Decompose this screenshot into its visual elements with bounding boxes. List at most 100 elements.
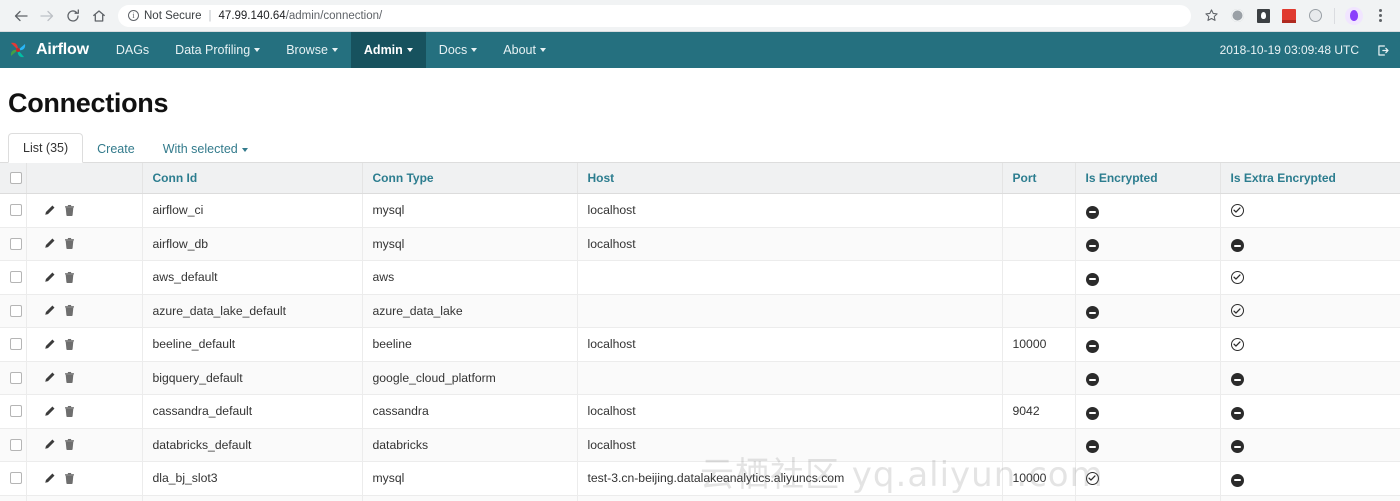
tab-create[interactable]: Create [83,135,149,163]
cell-is-extra-encrypted [1220,260,1400,295]
avatar[interactable] [1342,4,1366,28]
trash-icon[interactable] [63,204,76,217]
row-checkbox[interactable] [10,237,22,250]
cell-host: localhost [577,193,1003,228]
url-path: /admin/connection/ [285,9,383,22]
row-select-cell [0,428,27,462]
row-checkbox[interactable] [10,338,22,351]
pencil-icon[interactable] [43,237,56,250]
cell-host: localhost [577,227,1003,261]
minus-circle-icon [1085,440,1099,453]
extension-red-icon[interactable] [1277,4,1301,28]
trash-icon[interactable] [63,304,76,317]
pencil-icon[interactable] [43,438,56,451]
cell-port: 10000 [1002,461,1076,496]
reload-icon[interactable] [60,3,86,29]
row-checkbox[interactable] [10,472,22,485]
header-label: Host [587,171,615,185]
nav-item-browse[interactable]: Browse [273,32,351,68]
table-row: beeline_default beeline localhost 10000 [0,327,1400,362]
extension-globe-icon[interactable] [1225,4,1249,28]
trash-icon[interactable] [63,237,76,250]
cell-is-extra-encrypted [1220,428,1400,462]
home-icon[interactable] [86,3,112,29]
cell-conn-id: aws_default [142,260,363,295]
trash-icon[interactable] [63,438,76,451]
row-checkbox[interactable] [10,204,22,217]
header-conn-type[interactable]: Conn Type [362,163,578,194]
logout-icon[interactable] [1375,43,1390,58]
trash-icon[interactable] [63,338,76,351]
check-circle-icon [1230,203,1244,217]
nav-item-admin[interactable]: Admin [350,32,426,68]
brand-logo[interactable]: Airflow [0,32,103,68]
header-port[interactable]: Port [1002,163,1076,194]
extension-badge-icon[interactable] [1251,4,1275,28]
address-bar[interactable]: i Not Secure | 47.99.140.64/admin/connec… [118,4,1191,27]
pencil-icon[interactable] [43,472,56,485]
nav-item-label: DAGs [115,43,150,57]
pencil-icon[interactable] [43,405,56,418]
browser-actions [1199,4,1392,28]
site-info-icon[interactable]: i [128,10,139,21]
minus-circle-icon [1085,239,1099,252]
cell-conn-id: azure_data_lake_default [142,294,363,328]
row-checkbox[interactable] [10,304,22,317]
row-checkbox[interactable] [10,271,22,284]
chevron-down-icon [241,147,248,152]
minus-circle-icon [1085,272,1099,286]
row-checkbox[interactable] [10,371,22,384]
nav-item-label: About [503,43,536,57]
row-actions-cell [26,260,143,295]
trash-icon[interactable] [63,271,76,284]
minus-circle-icon [1230,373,1244,386]
cell-conn-id: cassandra_default [142,394,363,429]
extension-ring-icon[interactable] [1303,4,1327,28]
trash-icon[interactable] [63,405,76,418]
trash-icon[interactable] [63,472,76,485]
cell-is-extra-encrypted [1220,394,1400,429]
pencil-icon[interactable] [43,371,56,384]
row-checkbox[interactable] [10,438,22,451]
cell-host [577,260,1003,295]
cell-is-encrypted [1075,193,1221,228]
nav-item-data-profiling[interactable]: Data Profiling [162,32,273,68]
pencil-icon[interactable] [43,304,56,317]
row-actions-cell [26,327,143,362]
nav-item-about[interactable]: About [490,32,559,68]
trash-icon[interactable] [63,371,76,384]
row-select-cell [0,260,27,295]
header-host[interactable]: Host [577,163,1003,194]
nav-item-docs[interactable]: Docs [426,32,490,68]
header-is-encrypted[interactable]: Is Encrypted [1075,163,1221,194]
select-all-checkbox[interactable] [10,172,22,184]
table-row: azure_data_lake_default azure_data_lake [0,294,1400,328]
cell-conn-id: druid_broker_default [142,495,363,501]
row-actions-cell [26,193,143,228]
pencil-icon[interactable] [43,338,56,351]
cell-is-encrypted [1075,361,1221,395]
minus-circle-icon [1085,406,1099,420]
pencil-icon[interactable] [43,271,56,284]
browser-toolbar: i Not Secure | 47.99.140.64/admin/connec… [0,0,1400,32]
cell-is-extra-encrypted [1220,361,1400,395]
star-icon[interactable] [1199,4,1223,28]
tab-list[interactable]: List (35) [8,133,84,163]
row-checkbox[interactable] [10,405,22,418]
row-select-cell [0,327,27,362]
header-is-extra-encrypted[interactable]: Is Extra Encrypted [1220,163,1400,194]
tab-with-selected[interactable]: With selected [149,135,262,163]
cell-is-encrypted [1075,227,1221,261]
kebab-menu-icon[interactable] [1368,4,1392,28]
back-arrow-icon[interactable] [8,3,34,29]
header-conn-id[interactable]: Conn Id [142,163,363,194]
nav-item-dags[interactable]: DAGs [103,32,162,68]
cell-port [1002,294,1076,328]
cell-conn-id: beeline_default [142,327,363,362]
cell-is-extra-encrypted [1220,327,1400,362]
app-window: i Not Secure | 47.99.140.64/admin/connec… [0,0,1400,501]
forward-arrow-icon[interactable] [34,3,60,29]
cell-conn-id: airflow_ci [142,193,363,228]
cell-conn-type: cassandra [362,394,578,429]
pencil-icon[interactable] [43,204,56,217]
